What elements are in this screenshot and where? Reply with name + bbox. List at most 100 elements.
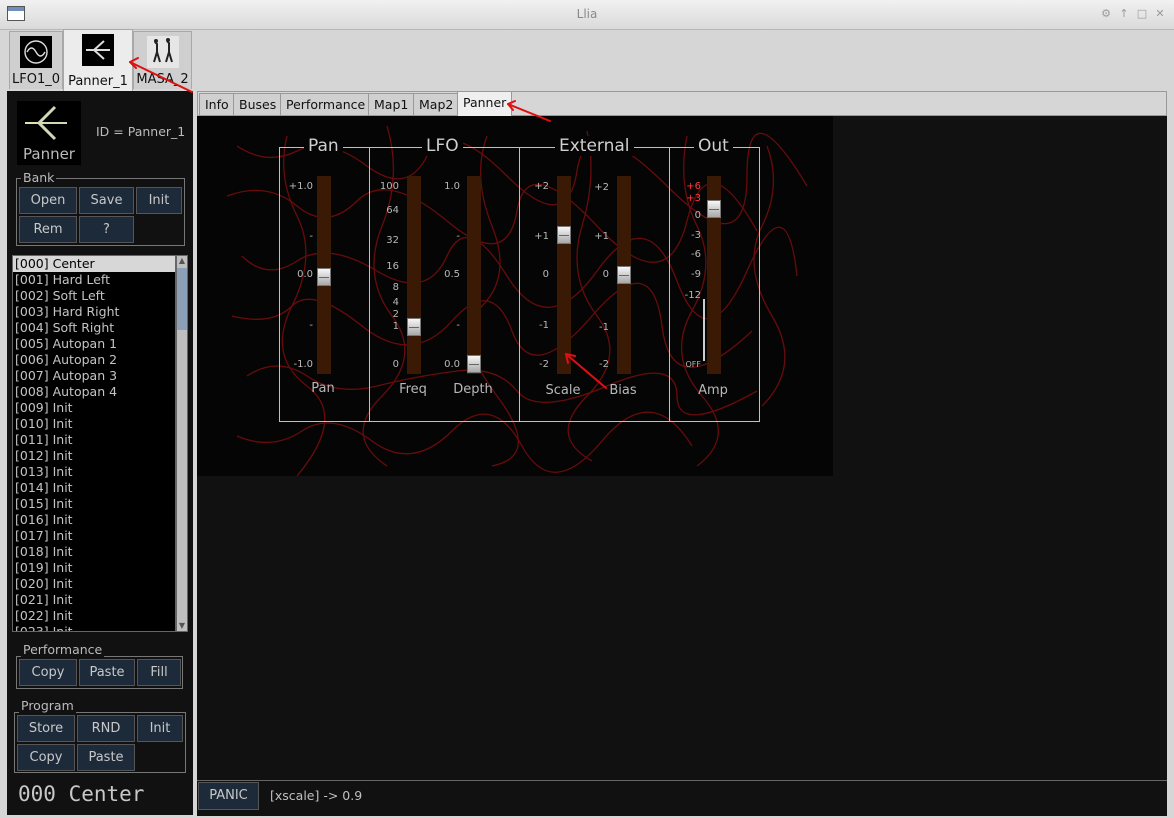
tick-label: -1 — [599, 322, 609, 333]
window-up-icon[interactable]: ↑ — [1117, 7, 1131, 21]
program-list-item[interactable]: [013] Init — [13, 464, 175, 480]
tick-label: +3 — [686, 193, 701, 204]
program-list-item[interactable]: [000] Center — [13, 256, 175, 272]
freq-slider-knob[interactable] — [407, 318, 421, 336]
tick-label: -2 — [539, 359, 549, 370]
tick-label: OFF — [685, 360, 702, 369]
scale-slider-track[interactable] — [557, 176, 571, 374]
program-list-item[interactable]: [009] Init — [13, 400, 175, 416]
tick-label: +6 — [686, 181, 701, 192]
module-tab-masa[interactable]: MASA_2 — [133, 31, 192, 89]
program-copy-button[interactable]: Copy — [17, 744, 75, 771]
bank-remove-button[interactable]: Rem — [19, 216, 77, 243]
program-list-item[interactable]: [010] Init — [13, 416, 175, 432]
scrollbar-thumb[interactable] — [177, 268, 187, 330]
pan-slider-knob[interactable] — [317, 268, 331, 286]
module-tab-lfo[interactable]: LFO1_0 — [9, 31, 63, 89]
program-list-item[interactable]: [018] Init — [13, 544, 175, 560]
status-message: [xscale] -> 0.9 — [270, 788, 363, 803]
tick-label: - — [456, 320, 460, 331]
tab-performance[interactable]: Performance — [280, 93, 372, 116]
tick-label: 16 — [386, 261, 399, 272]
performance-group-title: Performance — [21, 642, 105, 657]
performance-fill-button[interactable]: Fill — [137, 659, 181, 686]
bank-init-button[interactable]: Init — [136, 187, 182, 214]
program-list-item[interactable]: [004] Soft Right — [13, 320, 175, 336]
panic-button[interactable]: PANIC — [198, 782, 259, 810]
tick-label: 8 — [392, 282, 399, 293]
program-random-button[interactable]: RND — [77, 715, 135, 742]
tab-panner[interactable]: Panner — [457, 91, 513, 116]
program-list-item[interactable]: [017] Init — [13, 528, 175, 544]
tick-label: 1.0 — [444, 181, 460, 192]
scroll-down-icon[interactable]: ▼ — [176, 620, 188, 632]
tick-label: 2 — [392, 309, 399, 320]
bank-group-title: Bank — [21, 170, 57, 185]
tick-label: 4 — [392, 297, 399, 308]
module-tab-panner[interactable]: Panner_1 — [63, 29, 133, 91]
panner-editor-canvas: Pan LFO External Out +1.0 - 0.0 - -1.0 P… — [197, 116, 833, 476]
tick-label: +2 — [534, 181, 549, 192]
program-list-item[interactable]: [023] Init — [13, 624, 175, 631]
program-list-item[interactable]: [007] Autopan 3 — [13, 368, 175, 384]
tick-label: 0 — [542, 269, 549, 280]
bank-help-button[interactable]: ? — [79, 216, 134, 243]
scroll-up-icon[interactable]: ▲ — [176, 255, 188, 267]
bank-save-button[interactable]: Save — [79, 187, 134, 214]
lfo-group-title: LFO — [422, 136, 463, 156]
program-list-item[interactable]: [014] Init — [13, 480, 175, 496]
tick-label: - — [456, 231, 460, 242]
depth-slider-track[interactable] — [467, 176, 481, 374]
panner-icon — [82, 34, 114, 66]
freq-slider-track[interactable] — [407, 176, 421, 374]
window-title: Llia — [576, 7, 598, 21]
pan-slider-label: Pan — [311, 381, 335, 396]
program-list-item[interactable]: [016] Init — [13, 512, 175, 528]
amp-slider-knob[interactable] — [707, 200, 721, 218]
tab-map2[interactable]: Map2 — [413, 93, 460, 116]
program-list-item[interactable]: [021] Init — [13, 592, 175, 608]
program-list-item[interactable]: [002] Soft Left — [13, 288, 175, 304]
tick-label: - — [309, 231, 313, 242]
tick-label: -6 — [691, 249, 701, 260]
program-list-item[interactable]: [011] Init — [13, 432, 175, 448]
program-group-title: Program — [19, 698, 76, 713]
depth-slider-knob[interactable] — [467, 355, 481, 373]
program-list[interactable]: [000] Center [001] Hard Left [002] Soft Le… — [12, 255, 176, 632]
tab-map1[interactable]: Map1 — [368, 93, 415, 116]
scale-slider-label: Scale — [545, 383, 581, 398]
tick-label: +1 — [534, 231, 549, 242]
tick-label: 64 — [386, 205, 399, 216]
program-store-button[interactable]: Store — [17, 715, 75, 742]
tab-buses[interactable]: Buses — [233, 93, 283, 116]
close-icon[interactable]: ✕ — [1153, 7, 1167, 21]
bank-open-button[interactable]: Open — [19, 187, 77, 214]
scale-slider-knob[interactable] — [557, 226, 571, 244]
program-list-item[interactable]: [006] Autopan 2 — [13, 352, 175, 368]
maximize-icon[interactable]: □ — [1135, 7, 1149, 21]
current-program-display: 000 Center — [18, 782, 145, 806]
program-list-item[interactable]: [005] Autopan 1 — [13, 336, 175, 352]
program-list-item[interactable]: [012] Init — [13, 448, 175, 464]
module-tab-label: Panner_1 — [68, 74, 128, 89]
program-list-item[interactable]: [020] Init — [13, 576, 175, 592]
program-list-item[interactable]: [008] Autopan 4 — [13, 384, 175, 400]
program-init-button[interactable]: Init — [137, 715, 183, 742]
tab-info[interactable]: Info — [199, 93, 235, 116]
settings-icon[interactable]: ⚙ — [1099, 7, 1113, 21]
tick-label: 0 — [602, 269, 609, 280]
program-list-item[interactable]: [001] Hard Left — [13, 272, 175, 288]
program-list-item[interactable]: [015] Init — [13, 496, 175, 512]
program-list-item[interactable]: [022] Init — [13, 608, 175, 624]
program-list-item[interactable]: [003] Hard Right — [13, 304, 175, 320]
module-id-label: ID = Panner_1 — [96, 124, 186, 139]
tick-label: 0 — [694, 210, 701, 221]
tick-label: +1 — [594, 231, 609, 242]
out-group-title: Out — [694, 136, 733, 156]
performance-copy-button[interactable]: Copy — [19, 659, 77, 686]
program-paste-button[interactable]: Paste — [77, 744, 135, 771]
program-list-item[interactable]: [019] Init — [13, 560, 175, 576]
bias-slider-knob[interactable] — [617, 266, 631, 284]
tick-label: +1.0 — [288, 181, 313, 192]
performance-paste-button[interactable]: Paste — [79, 659, 135, 686]
